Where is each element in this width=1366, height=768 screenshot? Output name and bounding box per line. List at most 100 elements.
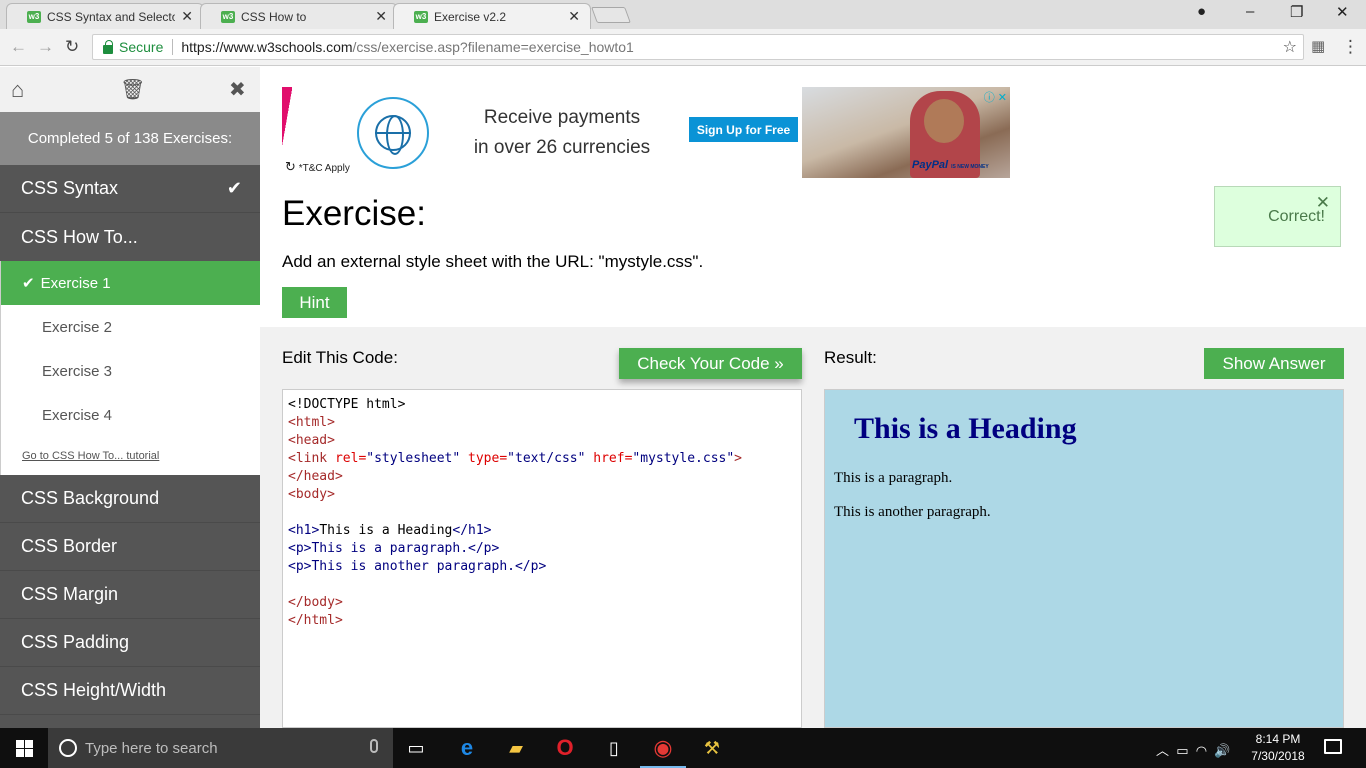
topic-label: CSS Height/Width [21,680,167,700]
code-token: "mystyle.css" [632,451,735,466]
microphone-icon[interactable] [370,739,378,753]
code-token: This is a paragraph. [311,541,469,556]
code-token: </body> [288,595,343,610]
exercise-submenu: ✔ Exercise 1 Exercise 2 Exercise 3 Exerc… [0,261,260,475]
ad-signup-button[interactable]: Sign Up for Free [689,117,798,142]
home-icon[interactable]: ⌂ [11,77,24,103]
windows-taskbar: Type here to search ▭ e ▰ O ▯ ◉ ⚒ ︿ ▭ ◠ … [0,728,1366,768]
clock-time: 8:14 PM [1255,732,1301,746]
code-token: > [734,451,742,466]
tutorial-link[interactable]: Go to CSS How To... tutorial [1,437,260,475]
close-icon[interactable]: ✖ [229,77,246,102]
reload-icon[interactable]: ↻ [65,37,79,57]
address-bar-row: ← → ↻ Secure https://www.w3schools.com/c… [0,29,1366,66]
trash-icon[interactable]: 🗑 [120,77,145,102]
close-tab-icon[interactable]: ✕ [181,8,193,25]
bookmark-star-icon[interactable]: ☆ [1283,37,1297,57]
close-tab-icon[interactable]: ✕ [375,8,387,25]
advertisement-banner[interactable]: Receive payments in over 26 currencies S… [282,87,1010,178]
forward-arrow-icon[interactable]: → [37,37,54,57]
code-token: rel= [334,451,367,466]
search-placeholder: Type here to search [85,739,218,757]
taskbar-clock[interactable]: 8:14 PM 7/30/2018 [1248,731,1308,765]
check-code-button[interactable]: Check Your Code » [619,348,802,379]
code-token: type= [468,451,508,466]
browser-tab-exercise[interactable]: w3 Exercise v2.2 ✕ [393,3,591,29]
topic-label: CSS Padding [21,632,130,652]
code-token: <p> [288,559,312,574]
ad-headline: Receive payments in over 26 currencies [457,103,667,163]
app-icon[interactable]: ⚒ [698,734,726,762]
close-window-icon[interactable]: ✕ [1336,3,1349,21]
exercise-label: Exercise 4 [42,406,113,424]
ad-terms: ↻ *T&C Apply [285,159,350,175]
paypal-tagline: IS NEW MONEY [951,164,989,170]
exercise-sidebar: ⌂ 🗑 ✖ Completed 5 of 138 Exercises: CSS … [0,67,260,728]
ad-headline-line-1: Receive payments [483,107,641,128]
result-paragraph-2: This is another paragraph. [834,504,991,520]
sidebar-topic-css-syntax[interactable]: CSS Syntax ✔ [0,165,260,213]
show-answer-button[interactable]: Show Answer [1204,348,1344,379]
extension-icon[interactable]: ▦ [1311,37,1325,55]
paypal-brand: PayPal [912,159,949,171]
w3schools-favicon-icon: w3 [414,10,428,23]
code-token: </p> [514,559,547,574]
code-editor[interactable]: <!DOCTYPE html> <html> <head> <link rel=… [282,389,802,728]
edge-icon[interactable]: e [453,734,481,762]
sidebar-topic-css-howto[interactable]: CSS How To... [0,213,260,261]
action-center-icon[interactable] [1324,739,1342,754]
chrome-menu-icon[interactable]: ⋮ [1342,37,1359,57]
adchoices-icon[interactable]: ⓘ ✕ [984,89,1007,105]
sidebar-topic-css-border[interactable]: CSS Border [0,523,260,571]
url-host: https://www.w3schools.com [181,39,353,55]
file-explorer-icon[interactable]: ▰ [502,734,530,762]
new-tab-button[interactable] [591,7,631,23]
taskbar-search-box[interactable]: Type here to search [48,728,393,768]
progress-text: Completed 5 of 138 Exercises: [0,112,260,165]
ad-person-face [924,99,964,143]
back-arrow-icon[interactable]: ← [10,37,27,57]
close-tab-icon[interactable]: ✕ [568,8,580,25]
close-icon[interactable]: ✕ [1316,193,1330,213]
hint-button[interactable]: Hint [282,287,347,318]
windows-start-icon[interactable] [16,740,33,757]
code-token: <html> [288,415,335,430]
code-token: <head> [288,433,335,448]
globe-icon [357,97,429,169]
task-view-icon[interactable]: ▭ [402,734,430,762]
sidebar-exercise-3[interactable]: Exercise 3 [1,349,260,393]
code-token: This is another paragraph. [311,559,515,574]
code-token: <p> [288,541,312,556]
tab-label: CSS Syntax and Selectors [47,9,176,24]
notepad-icon[interactable]: ▯ [600,734,628,762]
chrome-icon[interactable]: ◉ [640,734,686,768]
ad-headline-line-2: in over 26 currencies [473,137,651,158]
minimize-icon[interactable]: – [1246,3,1254,20]
sidebar-topic-css-height-width[interactable]: CSS Height/Width [0,667,260,715]
sidebar-topic-css-background[interactable]: CSS Background [0,475,260,523]
code-token: </p> [468,541,500,556]
browser-tab-css-syntax[interactable]: w3 CSS Syntax and Selectors ✕ [6,3,204,29]
tab-label: Exercise v2.2 [434,9,507,24]
system-tray-icons[interactable]: ︿ ▭ ◠ 🔊 [1156,740,1230,759]
exercise-description: Add an external style sheet with the URL… [282,252,704,271]
browser-tab-strip: w3 CSS Syntax and Selectors ✕ w3 CSS How… [0,0,1366,29]
profile-icon[interactable]: ● [1197,3,1206,20]
checkmark-icon: ✔ [226,178,242,198]
sidebar-exercise-2[interactable]: Exercise 2 [1,305,260,349]
main-content: Receive payments in over 26 currencies S… [260,67,1366,728]
topic-label: CSS Background [21,488,160,508]
exercise-workspace: Edit This Code: Check Your Code » <!DOCT… [260,327,1366,728]
w3schools-favicon-icon: w3 [221,10,235,23]
maximize-icon[interactable]: ❐ [1290,3,1303,21]
browser-tab-css-howto[interactable]: w3 CSS How to ✕ [200,3,398,29]
url-field[interactable]: Secure https://www.w3schools.com/css/exe… [92,34,1304,60]
code-token: </head> [288,469,343,484]
sidebar-topic-css-margin[interactable]: CSS Margin [0,571,260,619]
sidebar-exercise-1[interactable]: ✔ Exercise 1 [1,261,260,305]
sidebar-exercise-4[interactable]: Exercise 4 [1,393,260,437]
opera-icon[interactable]: O [551,734,579,762]
lock-icon [103,39,113,54]
replay-icon[interactable]: ↻ [285,159,296,174]
sidebar-topic-css-padding[interactable]: CSS Padding [0,619,260,667]
